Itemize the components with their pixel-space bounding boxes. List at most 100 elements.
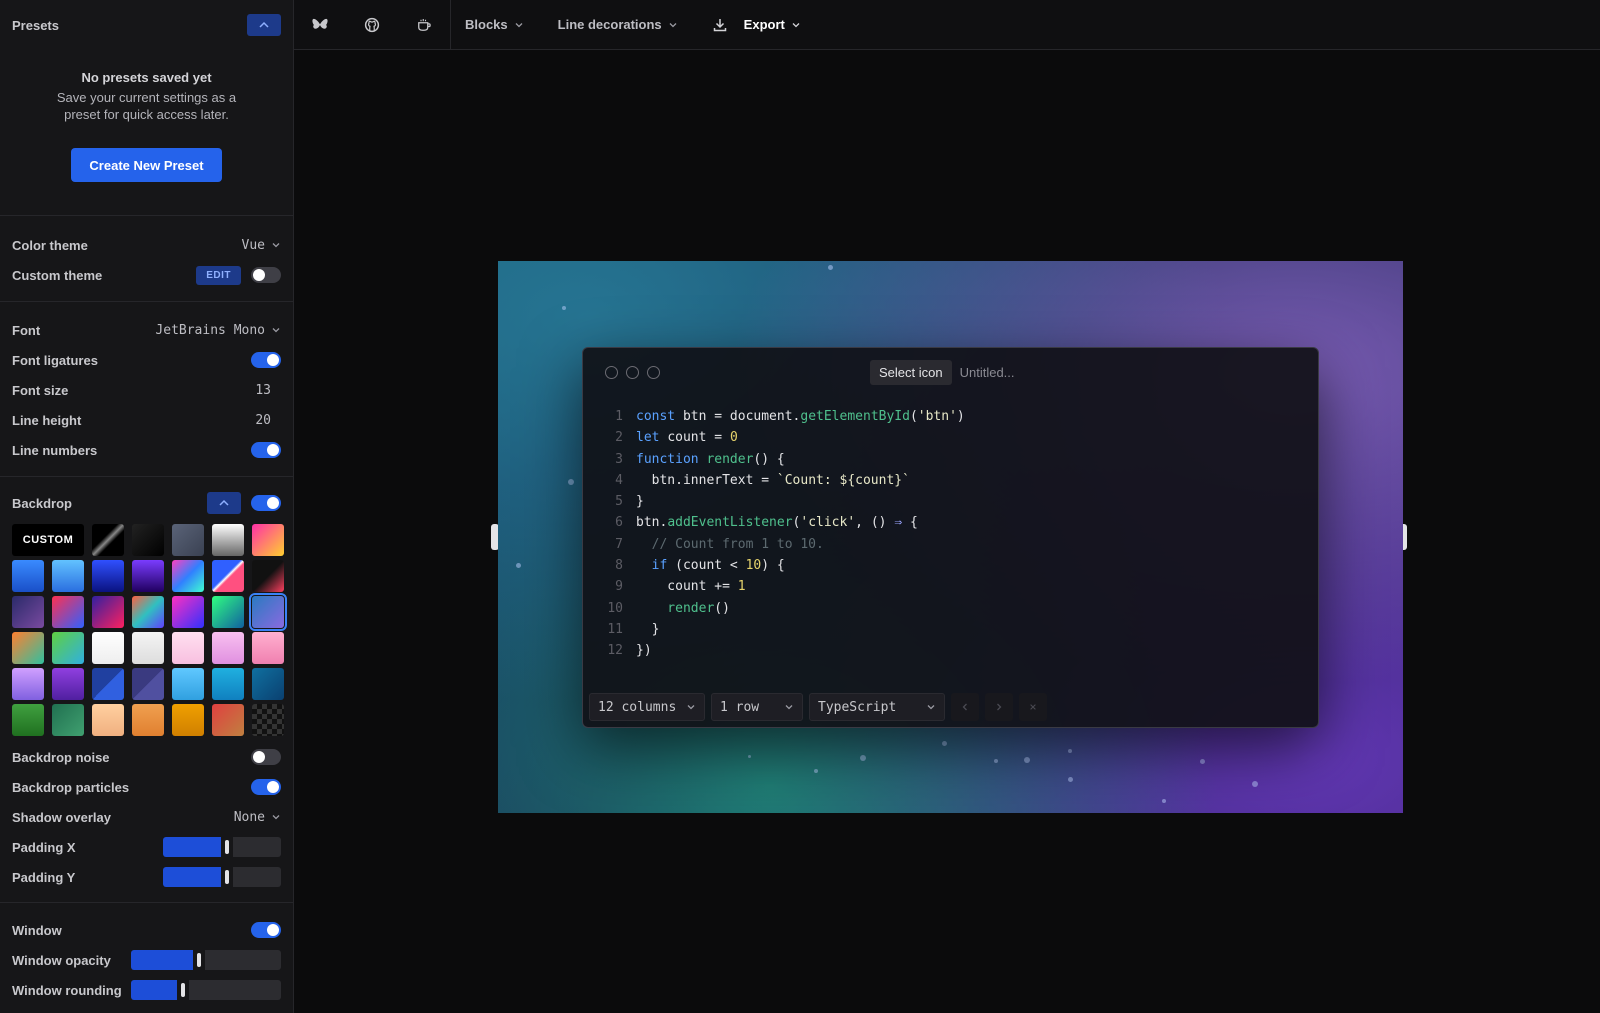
backdrop-swatch[interactable] bbox=[212, 560, 244, 592]
backdrop-swatch[interactable] bbox=[52, 596, 84, 628]
backdrop-collapse-button[interactable] bbox=[207, 492, 241, 514]
font-ligatures-toggle[interactable] bbox=[251, 352, 281, 368]
chevron-up-icon bbox=[219, 499, 229, 506]
chevron-down-icon bbox=[272, 243, 280, 248]
slider-thumb[interactable] bbox=[225, 840, 229, 854]
backdrop-particle bbox=[828, 265, 833, 270]
backdrop-swatch[interactable] bbox=[252, 560, 284, 592]
code-editor[interactable]: 1 const btn = document. getElementById('bt… bbox=[603, 406, 965, 662]
backdrop-swatch[interactable] bbox=[132, 632, 164, 664]
backdrop-swatch[interactable] bbox=[92, 704, 124, 736]
top-toolbar: Blocks Line decorations Export bbox=[294, 0, 1600, 50]
backdrop-noise-toggle[interactable] bbox=[251, 749, 281, 765]
backdrop-swatch[interactable] bbox=[212, 704, 244, 736]
backdrop-swatch[interactable] bbox=[172, 668, 204, 700]
backdrop-swatch[interactable] bbox=[52, 704, 84, 736]
backdrop-swatch[interactable] bbox=[12, 560, 44, 592]
backdrop-swatch[interactable] bbox=[92, 668, 124, 700]
remove-block-button[interactable] bbox=[1019, 693, 1047, 721]
code-line: 5} bbox=[603, 491, 965, 512]
backdrop-swatch[interactable] bbox=[252, 704, 284, 736]
line-height-input[interactable]: 20 bbox=[255, 413, 271, 428]
edit-theme-button[interactable]: EDIT bbox=[196, 265, 241, 285]
presets-section: Presets No presets saved yet Save your c… bbox=[0, 0, 293, 216]
github-link[interactable] bbox=[346, 0, 398, 50]
window-opacity-slider[interactable] bbox=[131, 950, 281, 970]
backdrop-swatch[interactable] bbox=[52, 668, 84, 700]
code-token: ( bbox=[792, 515, 801, 531]
padding-y-slider[interactable] bbox=[163, 867, 281, 887]
backdrop-swatch[interactable] bbox=[212, 632, 244, 664]
backdrop-swatch[interactable] bbox=[12, 704, 44, 736]
select-icon-button[interactable]: Select icon bbox=[870, 360, 952, 385]
backdrop-swatch[interactable] bbox=[172, 524, 204, 556]
code-token: count = bbox=[667, 430, 730, 446]
line-number: 1 bbox=[615, 409, 623, 424]
presets-collapse-button[interactable] bbox=[247, 14, 281, 36]
backdrop-swatch[interactable] bbox=[252, 668, 284, 700]
slider-thumb[interactable] bbox=[225, 870, 229, 884]
backdrop-swatch[interactable] bbox=[132, 524, 164, 556]
blocks-menu[interactable]: Blocks bbox=[451, 0, 538, 50]
custom-theme-toggle[interactable] bbox=[251, 267, 281, 283]
bluesky-link[interactable] bbox=[294, 0, 346, 50]
backdrop-swatch[interactable] bbox=[212, 596, 244, 628]
color-theme-select[interactable]: Vue bbox=[242, 238, 281, 253]
backdrop-swatch[interactable] bbox=[52, 632, 84, 664]
backdrop-swatch[interactable] bbox=[92, 560, 124, 592]
code-token: // Count from 1 to 10. bbox=[636, 536, 824, 552]
create-new-preset-button[interactable]: Create New Preset bbox=[71, 148, 222, 182]
backdrop-swatch[interactable] bbox=[132, 596, 164, 628]
font-size-input[interactable]: 13 bbox=[255, 383, 271, 398]
chevron-down-icon bbox=[272, 328, 280, 333]
next-block-button[interactable] bbox=[985, 693, 1013, 721]
backdrop-swatch[interactable] bbox=[12, 596, 44, 628]
slider-thumb[interactable] bbox=[181, 983, 185, 997]
backdrop-swatch[interactable] bbox=[132, 704, 164, 736]
backdrop-swatch[interactable] bbox=[172, 632, 204, 664]
line-decorations-menu[interactable]: Line decorations bbox=[538, 0, 692, 50]
backdrop-swatch[interactable] bbox=[132, 560, 164, 592]
code-token: 10 bbox=[745, 558, 762, 574]
columns-select[interactable]: 12 columns bbox=[589, 693, 705, 721]
padding-x-slider[interactable] bbox=[163, 837, 281, 857]
language-select[interactable]: TypeScript bbox=[809, 693, 945, 721]
rows-select[interactable]: 1 row bbox=[711, 693, 803, 721]
export-menu[interactable]: Export bbox=[692, 0, 815, 50]
code-token: render bbox=[636, 600, 715, 616]
backdrop-swatch[interactable] bbox=[12, 668, 44, 700]
custom-backdrop-swatch[interactable]: CUSTOM bbox=[12, 524, 84, 556]
chevron-down-icon bbox=[515, 22, 523, 27]
font-select[interactable]: JetBrains Mono bbox=[155, 323, 281, 338]
window-rounding-slider[interactable] bbox=[131, 980, 281, 1000]
butterfly-icon bbox=[312, 18, 328, 29]
backdrop-swatch[interactable] bbox=[92, 524, 124, 556]
backdrop-swatch[interactable] bbox=[12, 632, 44, 664]
window-title-input[interactable]: Untitled... bbox=[960, 365, 1015, 380]
backdrop-swatch[interactable] bbox=[92, 596, 124, 628]
shadow-overlay-select[interactable]: None bbox=[234, 810, 281, 825]
backdrop-toggle[interactable] bbox=[251, 495, 281, 511]
window-toggle[interactable] bbox=[251, 922, 281, 938]
backdrop-swatch[interactable] bbox=[249, 593, 287, 631]
chevron-down-icon bbox=[272, 815, 280, 820]
previous-block-button[interactable] bbox=[951, 693, 979, 721]
backdrop-swatch[interactable] bbox=[172, 704, 204, 736]
line-numbers-toggle[interactable] bbox=[251, 442, 281, 458]
backdrop-swatch[interactable] bbox=[172, 596, 204, 628]
backdrop-swatch[interactable] bbox=[52, 560, 84, 592]
code-line: 4 btn.innerText = `Count: ${count}` bbox=[603, 470, 965, 491]
slider-thumb[interactable] bbox=[197, 953, 201, 967]
custom-theme-row: Custom theme EDIT bbox=[12, 260, 281, 290]
backdrop-swatch[interactable] bbox=[212, 668, 244, 700]
backdrop-swatch[interactable] bbox=[172, 560, 204, 592]
backdrop-particles-toggle[interactable] bbox=[251, 779, 281, 795]
backdrop-swatch[interactable] bbox=[132, 668, 164, 700]
code-line: 3 function render() { bbox=[603, 449, 965, 470]
backdrop-swatch[interactable] bbox=[212, 524, 244, 556]
backdrop-swatch[interactable] bbox=[92, 632, 124, 664]
support-link[interactable] bbox=[398, 0, 450, 50]
line-number: 5 bbox=[615, 494, 623, 510]
backdrop-swatch[interactable] bbox=[252, 632, 284, 664]
backdrop-swatch[interactable] bbox=[252, 524, 284, 556]
